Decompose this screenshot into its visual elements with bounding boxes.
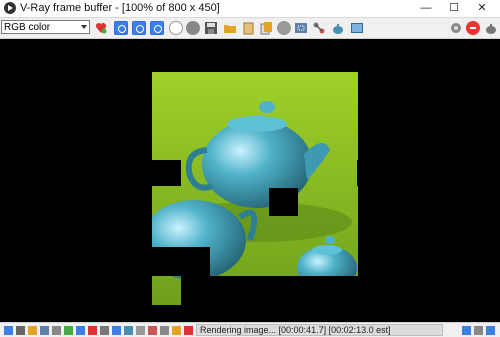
- render-teapot-icon[interactable]: [484, 21, 498, 35]
- blue-channel-button[interactable]: [150, 21, 164, 35]
- toolbar: RGB color: [0, 18, 500, 39]
- maximize-button[interactable]: ☐: [440, 0, 468, 17]
- render-bucket: [269, 188, 298, 216]
- exposure-icon[interactable]: [88, 326, 97, 335]
- render-bucket: [181, 276, 358, 305]
- teapot-icon[interactable]: [331, 21, 345, 35]
- lut-icon[interactable]: [136, 326, 145, 335]
- render-status-text: Rendering image... [00:00:41.7] [00:02:1…: [196, 324, 443, 336]
- lens-effects-icon[interactable]: [40, 326, 49, 335]
- info-icon[interactable]: [52, 326, 61, 335]
- console-icon[interactable]: [474, 326, 483, 335]
- title-bar: V-Ray frame buffer - [100% of 800 x 450]…: [0, 0, 500, 18]
- color-corrections-icon[interactable]: [94, 21, 108, 35]
- history-icon[interactable]: [4, 326, 13, 335]
- alpha-channel-button[interactable]: [169, 21, 183, 35]
- track-mouse-button[interactable]: [277, 21, 291, 35]
- duplicate-to-history-icon[interactable]: [259, 21, 273, 35]
- status-bar: Rendering image... [00:00:41.7] [00:02:1…: [0, 322, 500, 337]
- load-image-icon[interactable]: [223, 21, 237, 35]
- window-title: V-Ray frame buffer - [100% of 800 x 450]: [20, 2, 220, 14]
- show-image-icon[interactable]: [350, 21, 364, 35]
- stereo-icon[interactable]: [184, 326, 193, 335]
- zoom-fit-icon[interactable]: [462, 326, 471, 335]
- ocio-icon[interactable]: [160, 326, 169, 335]
- compare-icon[interactable]: [28, 326, 37, 335]
- region-render-icon[interactable]: [294, 21, 308, 35]
- log-icon[interactable]: [486, 326, 495, 335]
- minimize-button[interactable]: —: [412, 0, 440, 17]
- stop-render-button[interactable]: [466, 21, 480, 35]
- vray-logo-icon: [4, 2, 16, 14]
- stamp-icon[interactable]: [16, 326, 25, 335]
- levels-icon[interactable]: [64, 326, 73, 335]
- render-bucket: [152, 247, 210, 276]
- hue-sat-icon[interactable]: [112, 326, 121, 335]
- close-button[interactable]: ✕: [468, 0, 496, 17]
- clear-image-icon[interactable]: [241, 21, 255, 35]
- srgb-icon[interactable]: [148, 326, 157, 335]
- red-channel-button[interactable]: [114, 21, 128, 35]
- render-viewport[interactable]: [8, 40, 492, 309]
- link-to-vfb-icon[interactable]: [312, 21, 326, 35]
- green-channel-button[interactable]: [132, 21, 146, 35]
- save-image-icon[interactable]: [204, 21, 218, 35]
- channel-select-value: RGB color: [4, 22, 51, 33]
- chevron-down-icon: [81, 25, 87, 29]
- pixel-aspect-icon[interactable]: [172, 326, 181, 335]
- white-balance-icon[interactable]: [100, 326, 109, 335]
- curves-icon[interactable]: [76, 326, 85, 335]
- color-balance-icon[interactable]: [124, 326, 133, 335]
- render-bucket: [357, 160, 358, 186]
- render-image: [152, 72, 358, 305]
- monochrome-button[interactable]: [186, 21, 200, 35]
- render-settings-icon[interactable]: [449, 21, 463, 35]
- render-bucket: [152, 160, 181, 186]
- channel-select[interactable]: RGB color: [1, 20, 90, 34]
